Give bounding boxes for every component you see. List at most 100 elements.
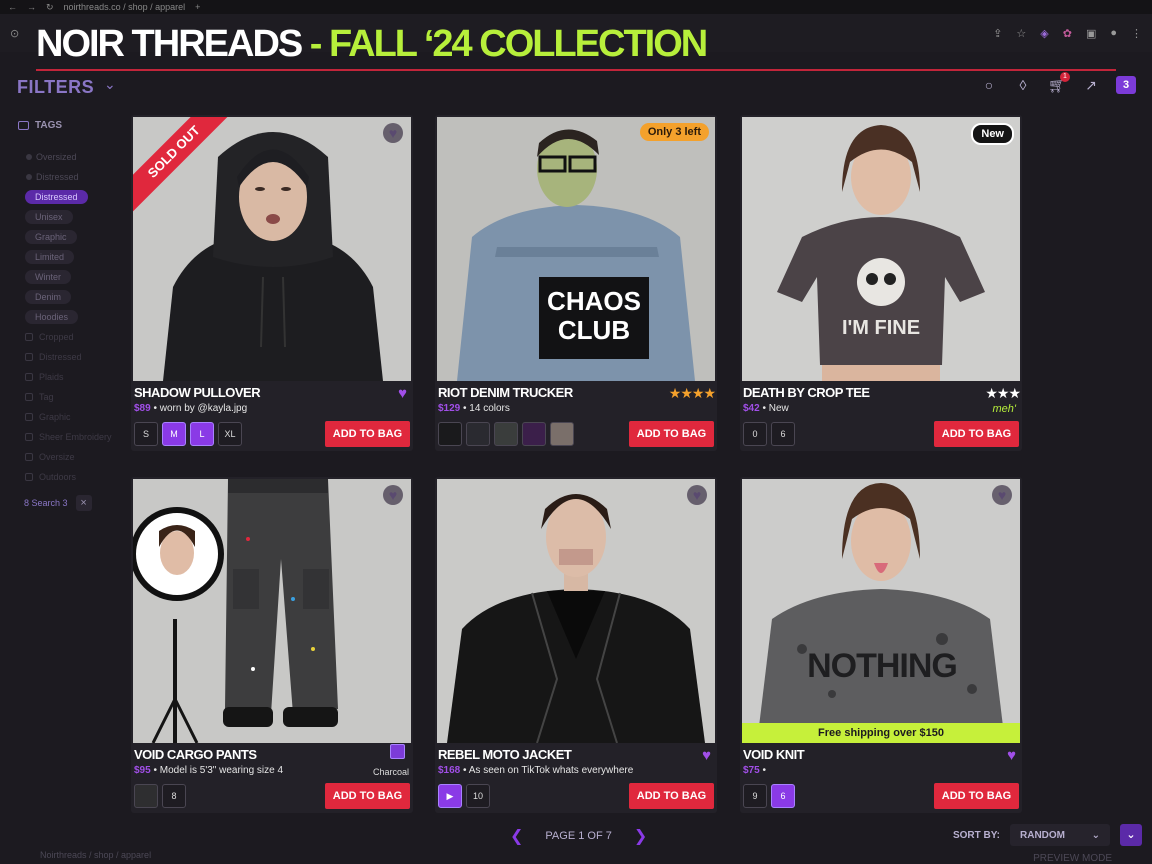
sort-select[interactable]: RANDOM ⌄ xyxy=(1010,824,1110,846)
chevron-down-icon[interactable]: ⌄ xyxy=(104,76,116,93)
color-swatch[interactable] xyxy=(134,784,158,808)
size-option-6[interactable]: 6 xyxy=(771,784,795,808)
color-swatch[interactable] xyxy=(466,422,490,446)
add-to-bag-button[interactable]: ADD TO BAG xyxy=(325,421,410,447)
radio-icon xyxy=(26,154,32,160)
size-option-m[interactable]: M xyxy=(162,422,186,446)
product-image[interactable]: ♥ xyxy=(437,479,715,743)
checkbox-option[interactable]: Tag xyxy=(18,387,128,407)
checkbox-option[interactable]: Distressed xyxy=(18,347,128,367)
product-meta: • New xyxy=(759,403,789,414)
menu-icon[interactable]: ⋮ xyxy=(1131,27,1142,40)
size-option-10[interactable]: 10 xyxy=(466,784,490,808)
size-option-8[interactable]: 8 xyxy=(162,784,186,808)
radio-option[interactable]: Distressed xyxy=(18,167,128,187)
product-image[interactable]: NOTHING Free shipping over $150 ♥ xyxy=(742,479,1020,743)
product-image[interactable]: SOLD OUT ♥ xyxy=(133,117,411,381)
color-swatches xyxy=(438,422,574,446)
cart-icon[interactable]: 🛒︎ 1 xyxy=(1048,72,1070,94)
heart-icon[interactable]: ♥ xyxy=(1007,747,1016,764)
checkbox-icon xyxy=(25,473,33,481)
size-option-xl[interactable]: XL xyxy=(218,422,242,446)
checkbox-option[interactable]: Cropped xyxy=(18,327,128,347)
product-name[interactable]: DEATH BY CROP TEE xyxy=(743,385,870,400)
checkbox-option[interactable]: Oversize xyxy=(18,447,128,467)
count-badge[interactable]: 3 xyxy=(1116,76,1136,94)
checkbox-option[interactable]: Plaids xyxy=(18,367,128,387)
heart-icon[interactable]: ♥ xyxy=(398,385,407,402)
heart-icon[interactable]: ♥ xyxy=(383,123,403,143)
tag-chip-limited[interactable]: Limited xyxy=(25,250,75,264)
size-option-l[interactable]: L xyxy=(190,422,214,446)
chevron-left-icon[interactable]: ❮ xyxy=(510,826,523,846)
extension-icon[interactable]: ◈ xyxy=(1040,27,1048,40)
tag-chip-distressed[interactable]: Distressed xyxy=(25,190,88,204)
circle-icon[interactable]: ○ xyxy=(980,76,998,94)
size-option-s[interactable]: S xyxy=(134,422,158,446)
profile-icon[interactable]: ● xyxy=(1110,27,1117,40)
size-option-6[interactable]: 6 xyxy=(771,422,795,446)
site-info-icon[interactable]: ⊙ xyxy=(10,27,19,40)
tag-chip-winter[interactable]: Winter xyxy=(25,270,72,284)
radio-option[interactable]: Oversized xyxy=(18,147,128,167)
add-to-bag-button[interactable]: ADD TO BAG xyxy=(325,783,410,809)
tag-chip-denim[interactable]: Denim xyxy=(25,290,72,304)
heart-icon[interactable]: ♥ xyxy=(687,485,707,505)
product-card-death-by-crop-tee[interactable]: I'M FINE New DEATH BY CROP TEE ★★★ meh' … xyxy=(740,115,1022,451)
checkbox-option[interactable]: Sheer Embroidery xyxy=(18,427,128,447)
back-icon[interactable]: ← xyxy=(8,2,17,12)
product-name[interactable]: REBEL MOTO JACKET xyxy=(438,747,572,762)
title-separator: - xyxy=(301,23,330,65)
filters-toggle[interactable]: FILTERS xyxy=(17,77,94,98)
product-name[interactable]: SHADOW PULLOVER xyxy=(134,385,261,400)
sidebar-toggle-icon[interactable]: ▣ xyxy=(1086,27,1096,40)
product-image[interactable]: ♥ xyxy=(133,479,411,743)
forward-icon[interactable]: → xyxy=(27,2,36,12)
color-swatch[interactable] xyxy=(494,422,518,446)
add-to-bag-button[interactable]: ADD TO BAG xyxy=(629,421,714,447)
product-card-void-knit[interactable]: NOTHING Free shipping over $150 ♥ VOID K… xyxy=(740,477,1022,813)
tag-chip-graphic[interactable]: Graphic xyxy=(25,230,77,244)
heart-icon[interactable]: ♥ xyxy=(702,747,711,764)
tag-box-icon xyxy=(18,121,29,130)
add-to-bag-button[interactable]: ADD TO BAG xyxy=(629,783,714,809)
tag-search-label[interactable]: 8 Search 3 xyxy=(24,498,68,508)
checkbox-option[interactable]: Graphic xyxy=(18,407,128,427)
play-video-button[interactable]: ▶ xyxy=(438,784,462,808)
product-name[interactable]: VOID KNIT xyxy=(743,747,805,762)
im-fine-print: I'M FINE xyxy=(841,317,921,339)
product-image[interactable]: I'M FINE New xyxy=(742,117,1020,381)
extension-puzzle-icon[interactable]: ✿ xyxy=(1063,27,1072,40)
product-subline: $129 • 14 colors xyxy=(438,403,510,414)
address-text[interactable]: noirthreads.co / shop / apparel xyxy=(64,2,186,12)
product-card-shadow-pullover[interactable]: SOLD OUT ♥ SHADOW PULLOVER ♥ $89 • worn … xyxy=(131,115,413,451)
close-icon[interactable]: × xyxy=(75,495,92,511)
add-to-bag-button[interactable]: ADD TO BAG xyxy=(934,421,1019,447)
color-swatch[interactable] xyxy=(522,422,546,446)
product-image[interactable]: CHAOS CLUB Only 3 left xyxy=(437,117,715,381)
color-swatch[interactable] xyxy=(438,422,462,446)
product-card-void-cargo-pants[interactable]: ♥ VOID CARGO PANTS Charcoal $95 • Model … xyxy=(131,477,413,813)
external-link-icon[interactable]: ↗ xyxy=(1082,76,1100,94)
size-option-9[interactable]: 9 xyxy=(743,784,767,808)
tag-icon[interactable]: ◊ xyxy=(1014,76,1032,94)
bookmark-star-icon[interactable]: ☆ xyxy=(1016,27,1026,40)
reload-icon[interactable]: ↻ xyxy=(46,2,54,13)
heart-icon[interactable]: ♥ xyxy=(992,485,1012,505)
product-name[interactable]: VOID CARGO PANTS xyxy=(134,747,257,762)
checkbox-option[interactable]: Outdoors xyxy=(18,467,128,487)
size-option-0[interactable]: 0 xyxy=(743,422,767,446)
tag-chip-hoodies[interactable]: Hoodies xyxy=(25,310,79,324)
product-name[interactable]: RIOT DENIM TRUCKER xyxy=(438,385,573,400)
color-swatch-charcoal[interactable] xyxy=(390,744,405,759)
chevron-right-icon[interactable]: ❯ xyxy=(634,826,647,846)
tag-chip-unisex[interactable]: Unisex xyxy=(25,210,73,224)
heart-icon[interactable]: ♥ xyxy=(383,485,403,505)
color-swatch[interactable] xyxy=(550,422,574,446)
new-tab-button[interactable]: + xyxy=(195,2,200,12)
sort-direction-button[interactable]: ⌄ xyxy=(1120,824,1142,846)
product-card-riot-denim-trucker[interactable]: CHAOS CLUB Only 3 left RIOT DENIM TRUCKE… xyxy=(435,115,717,451)
add-to-bag-button[interactable]: ADD TO BAG xyxy=(934,783,1019,809)
share-icon[interactable]: ⇪ xyxy=(993,27,1002,40)
product-card-rebel-moto-jacket[interactable]: ♥ REBEL MOTO JACKET ♥ $168 • As seen on … xyxy=(435,477,717,813)
